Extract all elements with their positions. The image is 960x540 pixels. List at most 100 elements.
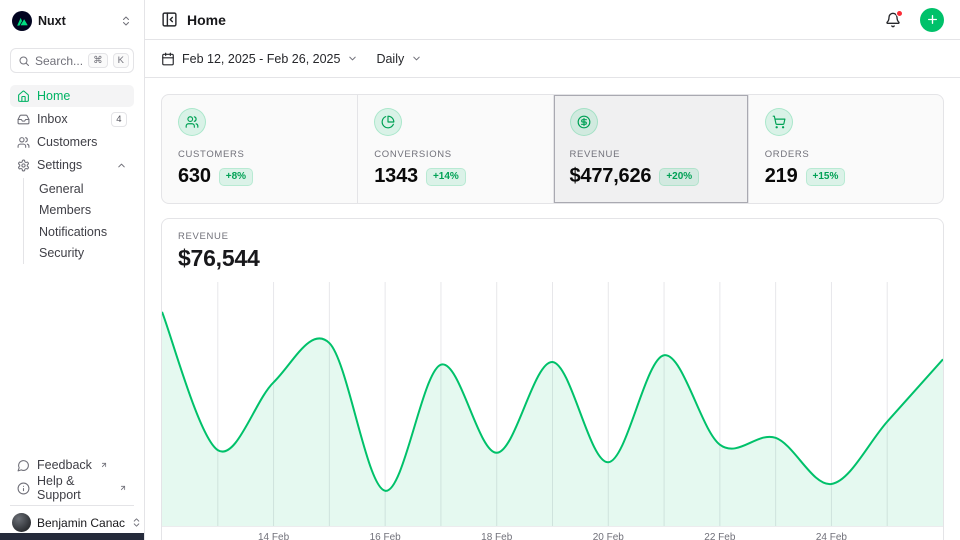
stat-label: REVENUE xyxy=(570,149,732,160)
sidebar-item-notifications[interactable]: Notifications xyxy=(35,221,134,243)
stat-customers[interactable]: CUSTOMERS 630 +8% xyxy=(162,95,357,203)
sidebar-subitem-label: Security xyxy=(39,246,130,260)
stat-label: CONVERSIONS xyxy=(374,149,536,160)
inbox-icon xyxy=(17,113,30,126)
stat-conversions[interactable]: CONVERSIONS 1343 +14% xyxy=(357,95,552,203)
app-window: Nuxt Search... ⌘ K Home xyxy=(0,0,960,540)
sidebar-subitem-label: General xyxy=(39,182,130,196)
x-axis-label: 20 Feb xyxy=(593,532,624,540)
external-link-icon xyxy=(100,461,108,469)
revenue-area-chart[interactable] xyxy=(162,282,943,527)
period-label: Daily xyxy=(376,52,404,66)
date-range-picker[interactable]: Feb 12, 2025 - Feb 26, 2025 xyxy=(161,52,358,66)
user-name: Benjamin Canac xyxy=(37,516,125,530)
sidebar-item-general[interactable]: General xyxy=(35,178,134,200)
sidebar: Nuxt Search... ⌘ K Home xyxy=(0,0,145,540)
house-icon xyxy=(17,90,30,103)
stat-label: ORDERS xyxy=(765,149,927,160)
plus-icon xyxy=(926,13,939,26)
inbox-count-badge: 4 xyxy=(111,112,127,127)
stats-row: CUSTOMERS 630 +8% CONVERSIONS 1343 +14% xyxy=(161,94,944,204)
kbd-k: K xyxy=(113,53,129,68)
sidebar-subitem-label: Notifications xyxy=(39,225,130,239)
info-circle-icon xyxy=(17,482,30,495)
chart-canvas xyxy=(162,282,943,526)
date-range-label: Feb 12, 2025 - Feb 26, 2025 xyxy=(182,52,340,66)
external-link-icon xyxy=(119,484,127,492)
search-input[interactable]: Search... ⌘ K xyxy=(10,48,134,73)
chart-pie-icon xyxy=(374,108,402,136)
nuxt-logo-icon xyxy=(12,11,32,31)
chevron-up-icon xyxy=(116,160,127,171)
page-title: Home xyxy=(187,12,226,28)
sidebar-item-label: Customers xyxy=(37,135,127,149)
stat-change-badge: +20% xyxy=(659,168,699,186)
chart-value: $76,544 xyxy=(178,245,927,272)
chart-x-axis: 14 Feb 16 Feb 18 Feb 20 Feb 22 Feb 24 Feb xyxy=(162,527,943,540)
x-axis-label: 14 Feb xyxy=(258,532,289,540)
stat-value: 630 xyxy=(178,165,211,188)
calendar-icon xyxy=(161,52,175,66)
message-circle-icon xyxy=(17,459,30,472)
kbd-cmd: ⌘ xyxy=(88,53,108,68)
sidebar-item-settings[interactable]: Settings xyxy=(10,154,134,176)
x-axis-label: 18 Feb xyxy=(481,532,512,540)
shopping-cart-icon xyxy=(765,108,793,136)
collapse-sidebar-button[interactable] xyxy=(161,11,178,28)
sidebar-item-members[interactable]: Members xyxy=(35,200,134,222)
chart-header: REVENUE $76,544 xyxy=(162,219,943,282)
x-axis-label: 16 Feb xyxy=(370,532,401,540)
feedback-label: Feedback xyxy=(37,458,92,472)
x-axis-label: 24 Feb xyxy=(816,532,847,540)
main-area: Home Feb 12, 2025 - Feb 26, 2025 xyxy=(145,0,960,540)
help-support-link[interactable]: Help & Support xyxy=(10,477,134,499)
x-axis-label: 22 Feb xyxy=(704,532,735,540)
sidebar-footer-links: Feedback Help & Support xyxy=(10,454,134,505)
add-button[interactable] xyxy=(920,8,944,32)
sidebar-item-security[interactable]: Security xyxy=(35,243,134,265)
search-icon xyxy=(18,55,30,67)
stat-label: CUSTOMERS xyxy=(178,149,341,160)
sidebar-item-customers[interactable]: Customers xyxy=(10,131,134,153)
stat-orders[interactable]: ORDERS 219 +15% xyxy=(748,95,943,203)
workspace-switcher[interactable]: Nuxt xyxy=(10,8,134,34)
gear-icon xyxy=(17,159,30,172)
sidebar-subitem-label: Members xyxy=(39,203,130,217)
stat-change-badge: +15% xyxy=(806,168,846,186)
stat-value: 219 xyxy=(765,165,798,188)
chevrons-up-down-icon xyxy=(120,15,132,27)
chevrons-up-down-icon xyxy=(131,517,142,528)
bottom-dark-strip xyxy=(0,533,144,540)
settings-submenu: General Members Notifications Security xyxy=(23,178,134,264)
filter-toolbar: Feb 12, 2025 - Feb 26, 2025 Daily xyxy=(145,40,960,78)
sidebar-nav: Home Inbox 4 Customers Settings xyxy=(10,85,134,264)
avatar xyxy=(12,513,31,532)
notification-dot xyxy=(896,10,903,17)
chevron-down-icon xyxy=(347,53,358,64)
period-select[interactable]: Daily xyxy=(376,52,422,66)
users-icon xyxy=(17,136,30,149)
chevron-down-icon xyxy=(411,53,422,64)
sidebar-spacer xyxy=(10,264,134,454)
notifications-button[interactable] xyxy=(885,12,901,28)
sidebar-item-home[interactable]: Home xyxy=(10,85,134,107)
sidebar-item-label: Settings xyxy=(37,158,109,172)
help-support-label: Help & Support xyxy=(37,474,111,502)
stat-value: $477,626 xyxy=(570,165,652,188)
search-placeholder: Search... xyxy=(35,54,83,68)
users-icon xyxy=(178,108,206,136)
stat-revenue[interactable]: REVENUE $477,626 +20% xyxy=(553,95,748,203)
dashboard-content: CUSTOMERS 630 +8% CONVERSIONS 1343 +14% xyxy=(145,78,960,540)
revenue-chart-card: REVENUE $76,544 14 Feb 16 Feb 18 Feb 20 Feb… xyxy=(161,218,944,540)
circle-dollar-sign-icon xyxy=(570,108,598,136)
top-header: Home xyxy=(145,0,960,40)
stat-change-badge: +8% xyxy=(219,168,253,186)
sidebar-item-label: Inbox xyxy=(37,112,104,126)
sidebar-item-label: Home xyxy=(37,89,127,103)
sidebar-item-inbox[interactable]: Inbox 4 xyxy=(10,108,134,130)
workspace-name: Nuxt xyxy=(38,14,114,28)
stat-value: 1343 xyxy=(374,165,418,188)
chart-label: REVENUE xyxy=(178,231,927,242)
stat-change-badge: +14% xyxy=(426,168,466,186)
feedback-link[interactable]: Feedback xyxy=(10,454,134,476)
